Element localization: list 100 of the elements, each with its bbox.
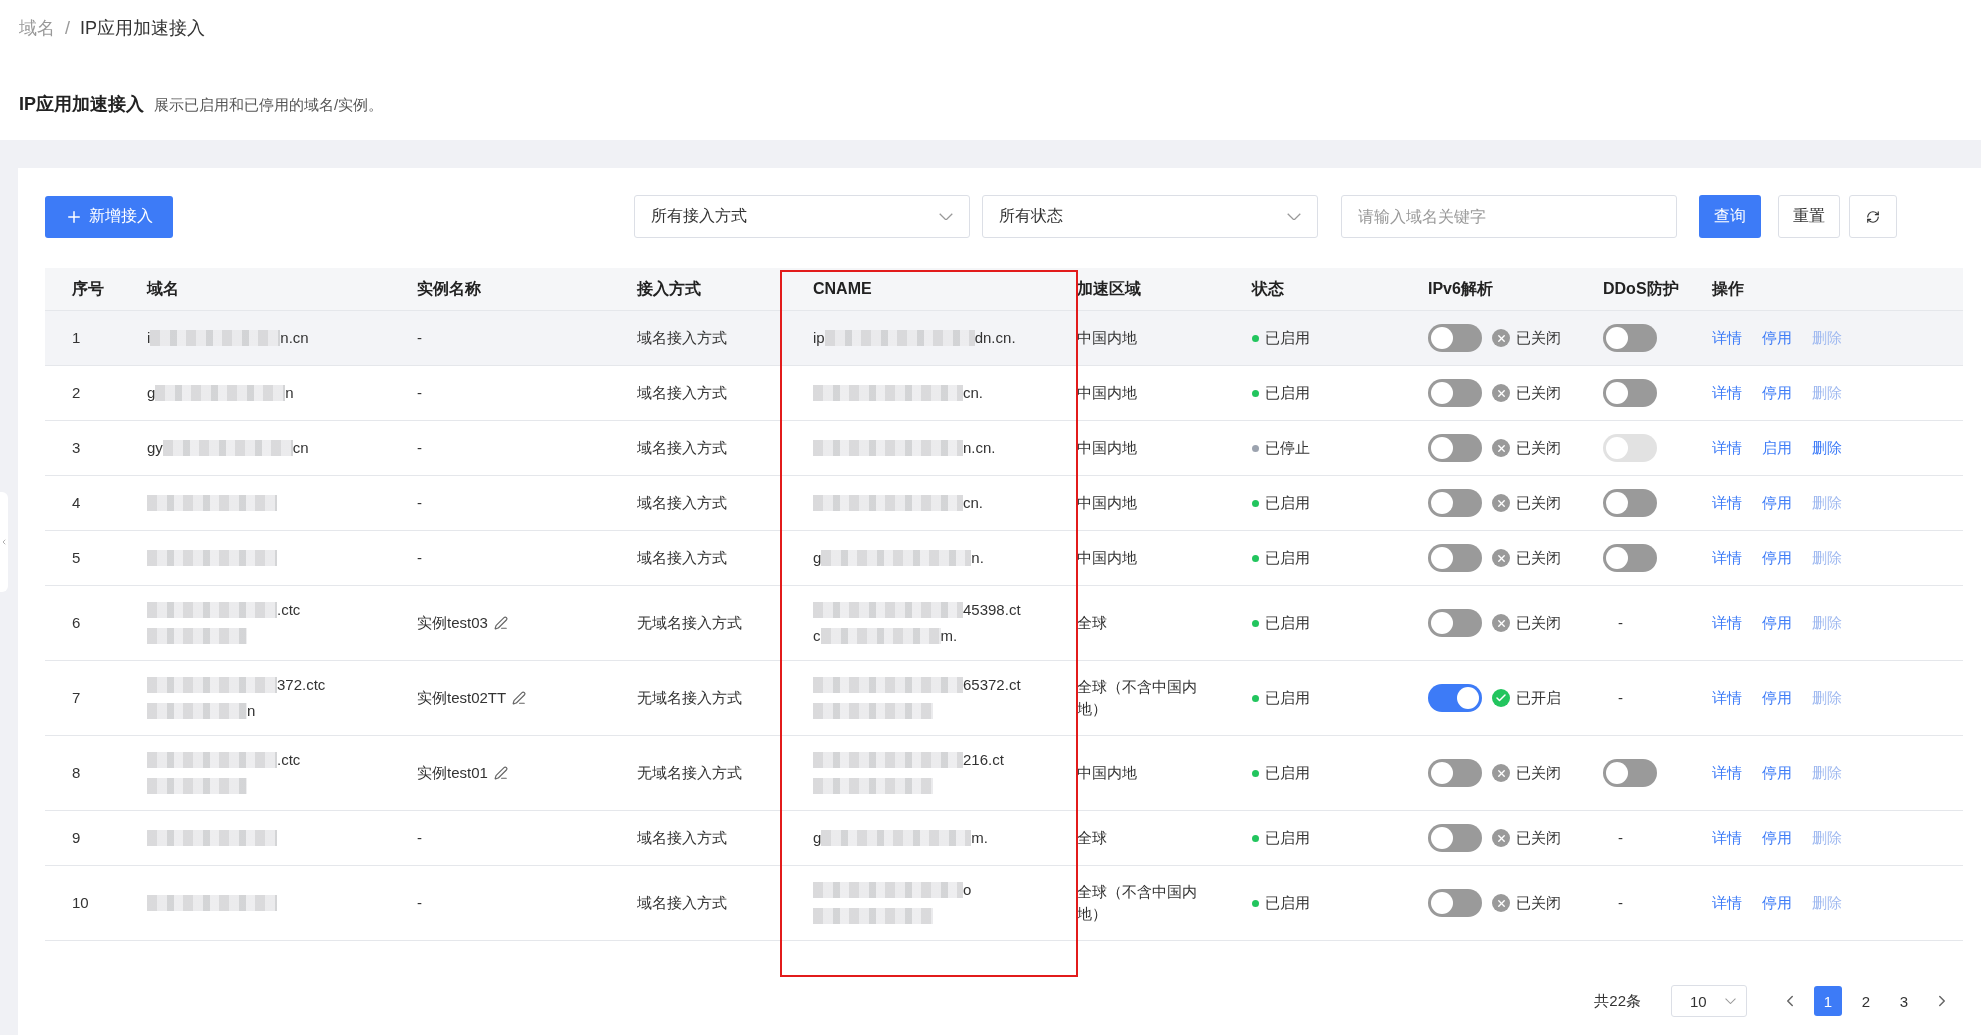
- toggle-switch[interactable]: [1428, 379, 1482, 407]
- action-link[interactable]: 停用: [1762, 828, 1792, 848]
- toggle-switch[interactable]: [1428, 544, 1482, 572]
- close-icon: [1492, 329, 1510, 347]
- action-link[interactable]: 删除: [1812, 438, 1842, 458]
- masked-text: gy: [147, 438, 163, 458]
- action-link[interactable]: 详情: [1712, 763, 1742, 783]
- toggle-switch[interactable]: [1603, 759, 1657, 787]
- action-link[interactable]: 详情: [1712, 688, 1742, 708]
- edit-icon[interactable]: [493, 616, 508, 630]
- table-cell-text: -: [1618, 613, 1623, 633]
- filter-dropdown[interactable]: 所有状态: [982, 195, 1318, 238]
- action-link[interactable]: 启用: [1762, 438, 1792, 458]
- action-link[interactable]: 停用: [1762, 763, 1792, 783]
- toggle-switch[interactable]: [1603, 379, 1657, 407]
- table-cell-text: 5: [72, 548, 81, 568]
- toggle-switch[interactable]: [1428, 759, 1482, 787]
- action-link[interactable]: 停用: [1762, 548, 1792, 568]
- column-header: IPv6解析: [1427, 278, 1494, 299]
- masked-text: 65372.ct: [963, 675, 1021, 695]
- chevron-left-icon: [0, 538, 8, 546]
- toggle-switch[interactable]: [1428, 684, 1482, 712]
- ipv6-label: 已关闭: [1516, 893, 1561, 913]
- masked-text: c: [813, 626, 821, 646]
- page-button[interactable]: 1: [1814, 986, 1842, 1016]
- toggle-switch[interactable]: [1428, 824, 1482, 852]
- chevron-down-icon: [939, 212, 953, 221]
- toggle-switch[interactable]: [1428, 609, 1482, 637]
- page-description: 展示已启用和已停用的域名/实例。: [154, 96, 384, 115]
- status-label: 已启用: [1265, 328, 1310, 348]
- status-label: 已启用: [1265, 763, 1310, 783]
- ipv6-label: 已关闭: [1516, 383, 1561, 403]
- masked-text: g: [813, 548, 822, 568]
- page-button[interactable]: 2: [1852, 986, 1880, 1016]
- ipv6-label: 已关闭: [1516, 613, 1561, 633]
- masked-text: 372.ctc: [277, 675, 326, 695]
- action-link[interactable]: 停用: [1762, 493, 1792, 513]
- toggle-switch[interactable]: [1603, 544, 1657, 572]
- column-header: 实例名称: [416, 278, 482, 299]
- masked-text: 45398.ct: [963, 600, 1021, 620]
- toggle-switch[interactable]: [1603, 489, 1657, 517]
- query-button[interactable]: 查询: [1699, 195, 1761, 238]
- action-link[interactable]: 详情: [1712, 328, 1742, 348]
- action-link[interactable]: 详情: [1712, 438, 1742, 458]
- table-cell-text: -: [417, 328, 422, 348]
- filter-dropdown[interactable]: 所有接入方式: [634, 195, 970, 238]
- masked-text: cn.: [963, 383, 983, 403]
- action-link[interactable]: 详情: [1712, 613, 1742, 633]
- column-header: 操作: [1710, 278, 1745, 299]
- action-link[interactable]: 停用: [1762, 613, 1792, 633]
- total-count: 共22条: [1594, 991, 1641, 1011]
- edit-icon[interactable]: [493, 766, 508, 780]
- masked-text: n: [247, 701, 256, 721]
- action-link[interactable]: 详情: [1712, 828, 1742, 848]
- page-button[interactable]: 3: [1890, 986, 1918, 1016]
- table-cell-text: -: [417, 493, 422, 513]
- toggle-switch[interactable]: [1428, 324, 1482, 352]
- ipv6-label: 已关闭: [1516, 763, 1561, 783]
- status-label: 已启用: [1265, 493, 1310, 513]
- masked-text: m.: [940, 626, 958, 646]
- action-link[interactable]: 详情: [1712, 548, 1742, 568]
- action-link: 删除: [1812, 613, 1842, 633]
- close-icon: [1492, 894, 1510, 912]
- masked-text: .ctc: [277, 750, 301, 770]
- page-size-select[interactable]: 10: [1671, 985, 1747, 1017]
- refresh-button[interactable]: [1849, 195, 1897, 238]
- table-cell-text: 中国内地: [1077, 548, 1137, 568]
- collapse-handle[interactable]: [0, 492, 8, 592]
- search-field[interactable]: 请输入域名关键字: [1341, 195, 1677, 238]
- column-header: 域名: [145, 278, 180, 299]
- close-icon: [1492, 439, 1510, 457]
- column-header: CNAME: [812, 280, 873, 298]
- table-cell-text: 实例test01: [417, 763, 488, 783]
- action-link[interactable]: 停用: [1762, 328, 1792, 348]
- action-link[interactable]: 详情: [1712, 893, 1742, 913]
- table-cell-text: 域名接入方式: [637, 438, 727, 458]
- action-link[interactable]: 详情: [1712, 383, 1742, 403]
- action-link[interactable]: 停用: [1762, 893, 1792, 913]
- toggle-switch[interactable]: [1428, 889, 1482, 917]
- toggle-switch[interactable]: [1428, 489, 1482, 517]
- table-cell-text: -: [417, 383, 422, 403]
- action-link[interactable]: 停用: [1762, 383, 1792, 403]
- masked-text: m.: [971, 828, 988, 848]
- action-link: 删除: [1812, 548, 1842, 568]
- status-label: 已启用: [1265, 613, 1310, 633]
- edit-icon[interactable]: [512, 691, 527, 705]
- close-icon: [1492, 494, 1510, 512]
- table-cell-text: 无域名接入方式: [637, 688, 742, 708]
- add-button[interactable]: 新增接入: [45, 195, 173, 238]
- refresh-icon: [1866, 209, 1880, 224]
- column-header: DDoS防护: [1602, 278, 1680, 299]
- action-link[interactable]: 详情: [1712, 493, 1742, 513]
- reset-button[interactable]: 重置: [1778, 195, 1840, 238]
- status-label: 已启用: [1265, 688, 1310, 708]
- breadcrumb-link[interactable]: 域名: [19, 16, 55, 40]
- toggle-switch[interactable]: [1603, 324, 1657, 352]
- toggle-switch[interactable]: [1428, 434, 1482, 462]
- action-link[interactable]: 停用: [1762, 688, 1792, 708]
- chevron-down-icon: [1725, 997, 1736, 1004]
- table-cell-text: 1: [72, 328, 81, 348]
